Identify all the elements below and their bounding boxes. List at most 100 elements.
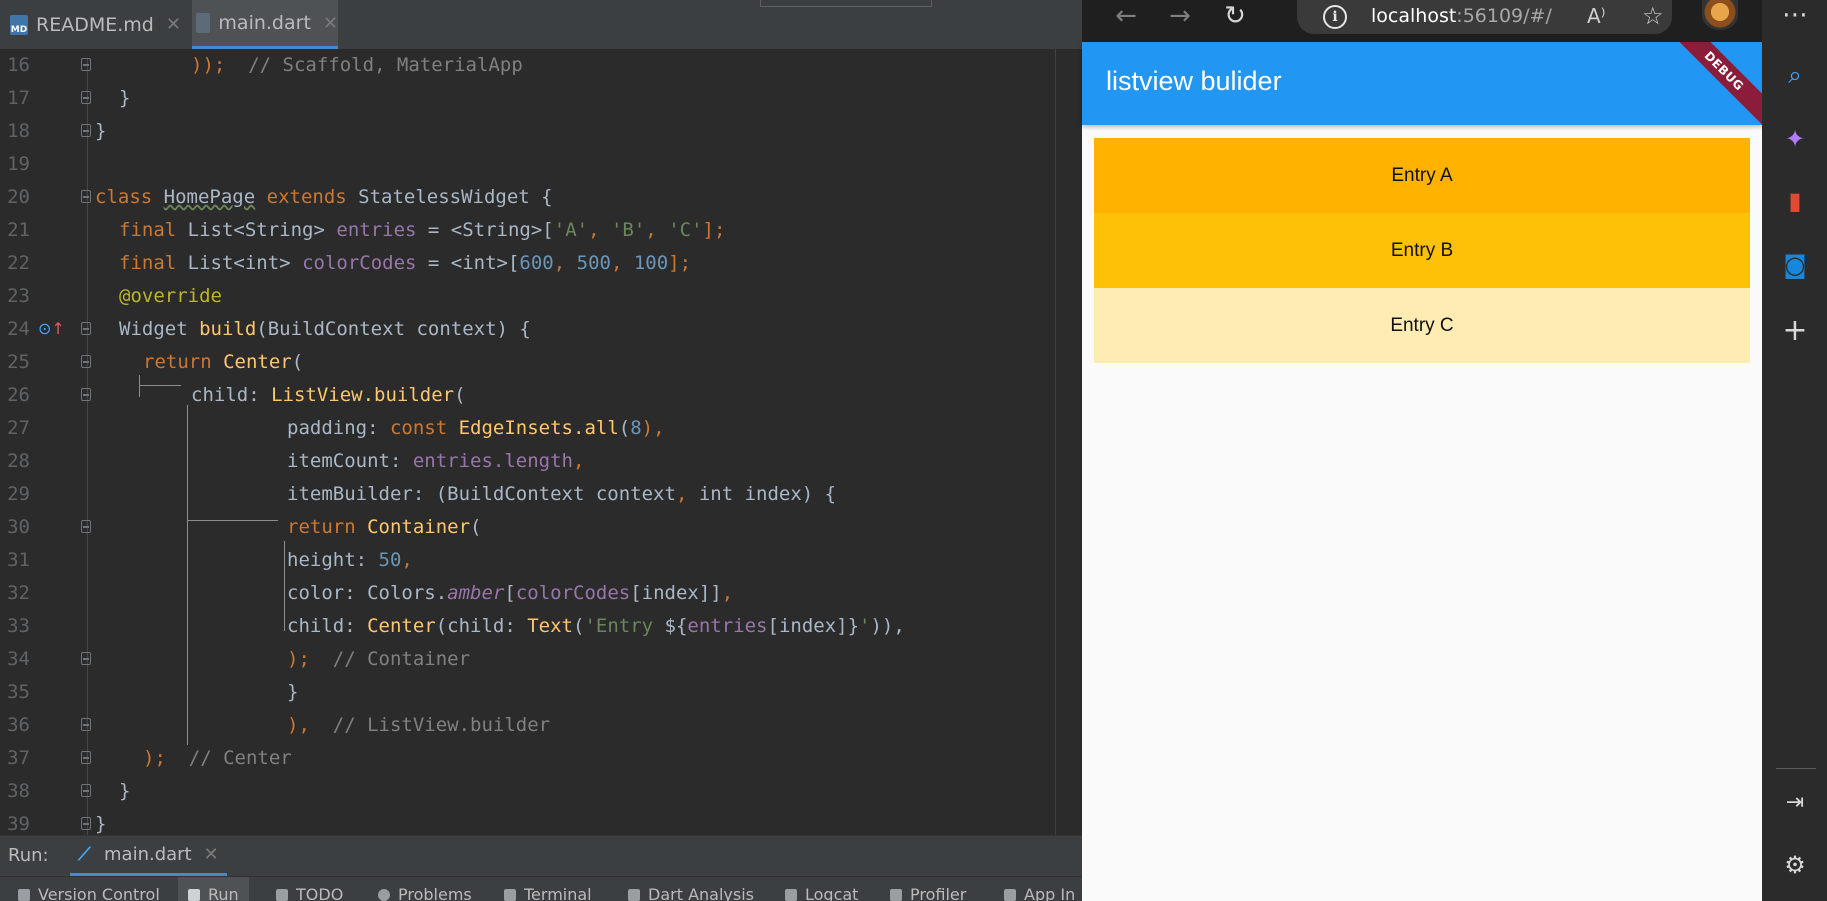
app-inspection-icon bbox=[1004, 889, 1016, 901]
forward-arrow-icon[interactable]: → bbox=[1162, 2, 1198, 34]
code-text: return Center( bbox=[143, 351, 304, 373]
add-icon[interactable]: + bbox=[1780, 316, 1810, 346]
code-text: } bbox=[119, 87, 131, 109]
fold-icon[interactable] bbox=[81, 520, 91, 533]
list-icon bbox=[276, 889, 288, 901]
read-aloud-icon[interactable]: A⁾ bbox=[1587, 4, 1606, 28]
browser-window: ← → ↻ i localhost:56109/#/ A⁾ ☆ listview… bbox=[1082, 0, 1827, 901]
close-icon[interactable]: ✕ bbox=[166, 14, 181, 35]
code-line: 37 ); // Center bbox=[0, 742, 1082, 775]
more-options-icon[interactable]: ⋯ bbox=[1780, 0, 1810, 30]
code-line: 22 final List<int> colorCodes = <int>[60… bbox=[0, 247, 1082, 280]
favorite-star-icon[interactable]: ☆ bbox=[1642, 2, 1664, 30]
fold-icon[interactable] bbox=[81, 652, 91, 665]
code-text: height: 50, bbox=[287, 549, 413, 571]
office-icon[interactable]: ▮ bbox=[1780, 186, 1810, 216]
line-number: 26 bbox=[7, 384, 30, 406]
code-line: 35 } bbox=[0, 676, 1082, 709]
close-icon[interactable]: ✕ bbox=[323, 13, 338, 34]
fold-icon[interactable] bbox=[81, 718, 91, 731]
tool-dart-analysis[interactable]: Dart Analysis bbox=[628, 885, 754, 901]
line-number: 36 bbox=[7, 714, 30, 736]
fold-icon[interactable] bbox=[81, 817, 91, 830]
fold-icon[interactable] bbox=[81, 751, 91, 764]
problems-icon bbox=[378, 889, 390, 901]
line-number: 28 bbox=[7, 450, 30, 472]
tool-logcat[interactable]: Logcat bbox=[785, 885, 858, 901]
code-text: itemCount: entries.length, bbox=[287, 450, 585, 472]
tab-readme[interactable]: MD README.md ✕ bbox=[10, 0, 190, 49]
code-text: } bbox=[95, 120, 107, 142]
line-number: 29 bbox=[7, 483, 30, 505]
tool-app-inspection[interactable]: App In bbox=[1004, 885, 1075, 901]
debug-banner: DEBUG bbox=[1659, 42, 1762, 125]
run-panel-header: Run: ⟋ main.dart ✕ bbox=[0, 835, 1082, 876]
fold-icon[interactable] bbox=[81, 91, 91, 104]
entry-list: Entry A Entry B Entry C bbox=[1094, 138, 1750, 363]
line-number: 37 bbox=[7, 747, 30, 769]
code-line: 19 bbox=[0, 148, 1082, 181]
fold-icon[interactable] bbox=[81, 58, 91, 71]
code-line: 28 itemCount: entries.length, bbox=[0, 445, 1082, 478]
code-text: } bbox=[287, 681, 299, 703]
info-icon[interactable]: i bbox=[1323, 5, 1347, 29]
play-icon bbox=[188, 889, 200, 901]
profile-avatar[interactable] bbox=[1702, 0, 1738, 30]
sidebar-divider bbox=[1776, 768, 1816, 769]
tool-problems[interactable]: Problems bbox=[378, 885, 472, 901]
outlook-icon[interactable]: ◙ bbox=[1780, 250, 1810, 280]
code-line: 26 child: ListView.builder( bbox=[0, 379, 1082, 412]
line-number: 20 bbox=[7, 186, 30, 208]
copilot-icon[interactable]: ✦ bbox=[1780, 124, 1810, 154]
tool-run[interactable]: Run bbox=[178, 877, 249, 901]
code-line: 36 ), // ListView.builder bbox=[0, 709, 1082, 742]
tool-terminal[interactable]: Terminal bbox=[504, 885, 592, 901]
fold-icon[interactable] bbox=[81, 124, 91, 137]
code-line: 25 return Center( bbox=[0, 346, 1082, 379]
code-text: class HomePage extends StatelessWidget { bbox=[95, 186, 553, 208]
code-line: 27 padding: const EdgeInsets.all(8), bbox=[0, 412, 1082, 445]
tool-version-control[interactable]: Version Control bbox=[18, 885, 160, 901]
fold-icon[interactable] bbox=[81, 190, 91, 203]
code-line: 16 )); // Scaffold, MaterialApp bbox=[0, 49, 1082, 82]
search-icon[interactable]: ⌕ bbox=[1780, 60, 1810, 90]
line-number: 31 bbox=[7, 549, 30, 571]
tool-window-bar: Version Control Run TODO Problems Termin… bbox=[0, 876, 1082, 901]
tool-todo[interactable]: TODO bbox=[276, 885, 343, 901]
reload-icon[interactable]: ↻ bbox=[1217, 2, 1253, 34]
fold-icon[interactable] bbox=[81, 388, 91, 401]
hide-sidebar-icon[interactable]: ⇥ bbox=[1780, 788, 1810, 818]
app-bar: listview bulider DEBUG bbox=[1082, 42, 1762, 125]
list-item: Entry B bbox=[1094, 213, 1750, 288]
code-line: 31 height: 50, bbox=[0, 544, 1082, 577]
code-editor[interactable]: 16 )); // Scaffold, MaterialApp 17 } 18 … bbox=[0, 49, 1082, 835]
code-line: 39 } bbox=[0, 808, 1082, 835]
address-bar[interactable]: i localhost:56109/#/ A⁾ ☆ bbox=[1297, 0, 1672, 34]
code-text: } bbox=[119, 780, 131, 802]
tool-profiler[interactable]: Profiler bbox=[890, 885, 966, 901]
settings-gear-icon[interactable]: ⚙ bbox=[1780, 850, 1810, 880]
code-line: 24 ⊙↑ Widget build(BuildContext context)… bbox=[0, 313, 1082, 346]
close-icon[interactable]: ✕ bbox=[204, 844, 219, 865]
fold-icon[interactable] bbox=[81, 322, 91, 335]
url-text[interactable]: localhost:56109/#/ bbox=[1371, 5, 1552, 27]
override-marker-icon[interactable]: ⊙↑ bbox=[38, 319, 65, 338]
code-text: )); // Scaffold, MaterialApp bbox=[191, 54, 523, 76]
line-number: 32 bbox=[7, 582, 30, 604]
toolbar-stub bbox=[760, 0, 932, 7]
terminal-icon bbox=[504, 889, 516, 901]
code-line: 17 } bbox=[0, 82, 1082, 115]
code-line: 33 child: Center(child: Text('Entry ${en… bbox=[0, 610, 1082, 643]
tab-main-dart[interactable]: main.dart ✕ bbox=[192, 0, 338, 49]
fold-icon[interactable] bbox=[81, 355, 91, 368]
line-number: 23 bbox=[7, 285, 30, 307]
run-tab-main-dart[interactable]: ⟋ main.dart ✕ bbox=[70, 836, 227, 876]
line-number: 34 bbox=[7, 648, 30, 670]
list-item: Entry C bbox=[1094, 288, 1750, 363]
line-number: 19 bbox=[7, 153, 30, 175]
line-number: 24 bbox=[7, 318, 30, 340]
code-text: padding: const EdgeInsets.all(8), bbox=[287, 417, 665, 439]
fold-icon[interactable] bbox=[81, 784, 91, 797]
back-arrow-icon[interactable]: ← bbox=[1108, 2, 1144, 34]
line-number: 33 bbox=[7, 615, 30, 637]
